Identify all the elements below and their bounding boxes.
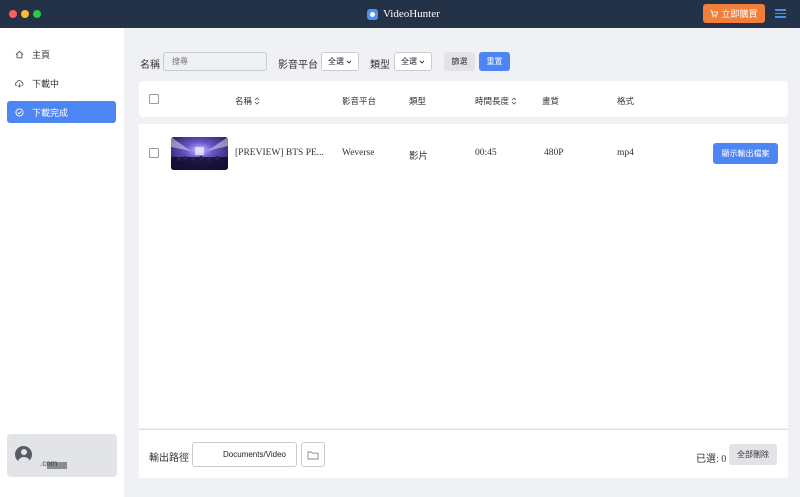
sidebar: 主頁 下載中 下載完成 .com: [0, 28, 124, 497]
type-select[interactable]: 全選: [394, 52, 432, 71]
output-path-field[interactable]: Documents/Video: [192, 442, 297, 467]
home-icon: [15, 50, 24, 58]
column-header-duration[interactable]: 時間長度: [475, 95, 517, 107]
check-circle-icon: [15, 107, 24, 117]
column-header-label: 類型: [409, 96, 427, 106]
sort-icon: [254, 97, 260, 105]
buy-now-label: 立即購買: [721, 9, 758, 19]
row-checkbox[interactable]: [149, 148, 159, 158]
type-select-value: 全選: [401, 57, 417, 66]
reset-button[interactable]: 重置: [479, 52, 510, 71]
video-quality: 480P: [544, 148, 564, 158]
column-header-label: 格式: [617, 96, 635, 106]
column-header-label: 時間長度: [475, 96, 510, 106]
hamburger-menu-icon[interactable]: [775, 9, 786, 18]
sidebar-item-label: 下載中: [32, 78, 60, 89]
sidebar-item-label: 下載完成: [32, 107, 69, 118]
output-path-value: Documents/Video: [223, 450, 286, 459]
select-all-checkbox[interactable]: [149, 94, 159, 104]
type-filter-label: 類型: [370, 60, 390, 71]
column-header-format: 格式: [617, 95, 634, 107]
column-header-name[interactable]: 名稱: [235, 95, 260, 107]
video-type: 影片: [409, 152, 429, 162]
sidebar-item-home[interactable]: 主頁: [7, 43, 116, 65]
column-header-quality: 畫質: [542, 95, 559, 107]
table-row: [PREVIEW] BTS PE... Weverse 影片 00:45 480…: [139, 124, 788, 184]
sidebar-item-label: 主頁: [32, 49, 51, 60]
column-header-label: 影音平台: [342, 96, 377, 106]
name-filter-label: 名稱: [140, 60, 160, 71]
video-title: [PREVIEW] BTS PE...: [235, 148, 324, 158]
cart-icon: [710, 9, 719, 18]
sort-icon: [511, 97, 517, 105]
search-input[interactable]: [163, 52, 267, 71]
chevron-down-icon: [346, 60, 352, 64]
column-header-type: 類型: [409, 95, 426, 107]
close-window-button[interactable]: [9, 10, 17, 18]
platform-filter-label: 影音平台: [278, 60, 318, 71]
maximize-window-button[interactable]: [33, 10, 41, 18]
video-thumbnail: [171, 137, 228, 170]
user-email: .com: [40, 459, 58, 468]
table-header: 名稱 影音平台 類型 時間長度 畫質 格式: [139, 81, 788, 117]
title-bar: VideoHunter 立即購買: [0, 0, 800, 28]
platform-select[interactable]: 全選: [321, 52, 359, 71]
sidebar-item-downloading[interactable]: 下載中: [7, 72, 116, 94]
column-header-label: 畫質: [542, 96, 560, 106]
table-body: [PREVIEW] BTS PE... Weverse 影片 00:45 480…: [139, 124, 788, 428]
sidebar-item-downloaded[interactable]: 下載完成: [7, 101, 116, 123]
video-platform: Weverse: [342, 148, 375, 158]
cloud-download-icon: [15, 79, 24, 87]
show-output-file-button[interactable]: 顯示輸出檔案: [713, 143, 778, 164]
column-header-platform: 影音平台: [342, 95, 376, 107]
video-format: mp4: [617, 148, 634, 158]
app-title: VideoHunter: [367, 6, 440, 22]
output-path-label: 輸出路徑: [149, 453, 189, 464]
video-duration: 00:45: [475, 148, 497, 158]
selected-count: 已選: 0: [696, 454, 727, 465]
folder-icon: [307, 451, 319, 459]
column-header-label: 名稱: [235, 96, 253, 106]
app-logo-icon: [367, 8, 378, 20]
delete-all-button[interactable]: 全部刪除: [729, 444, 777, 465]
user-account-card[interactable]: .com: [7, 434, 117, 477]
buy-now-button[interactable]: 立即購買: [703, 4, 765, 23]
platform-select-value: 全選: [328, 57, 344, 66]
minimize-window-button[interactable]: [21, 10, 29, 18]
filter-button[interactable]: 篩選: [444, 52, 475, 71]
browse-folder-button[interactable]: [301, 442, 325, 467]
chevron-down-icon: [419, 60, 425, 64]
footer-bar: 輸出路徑 Documents/Video 已選: 0 全部刪除: [139, 429, 788, 478]
avatar: [15, 446, 32, 463]
app-title-text: VideoHunter: [383, 8, 440, 20]
